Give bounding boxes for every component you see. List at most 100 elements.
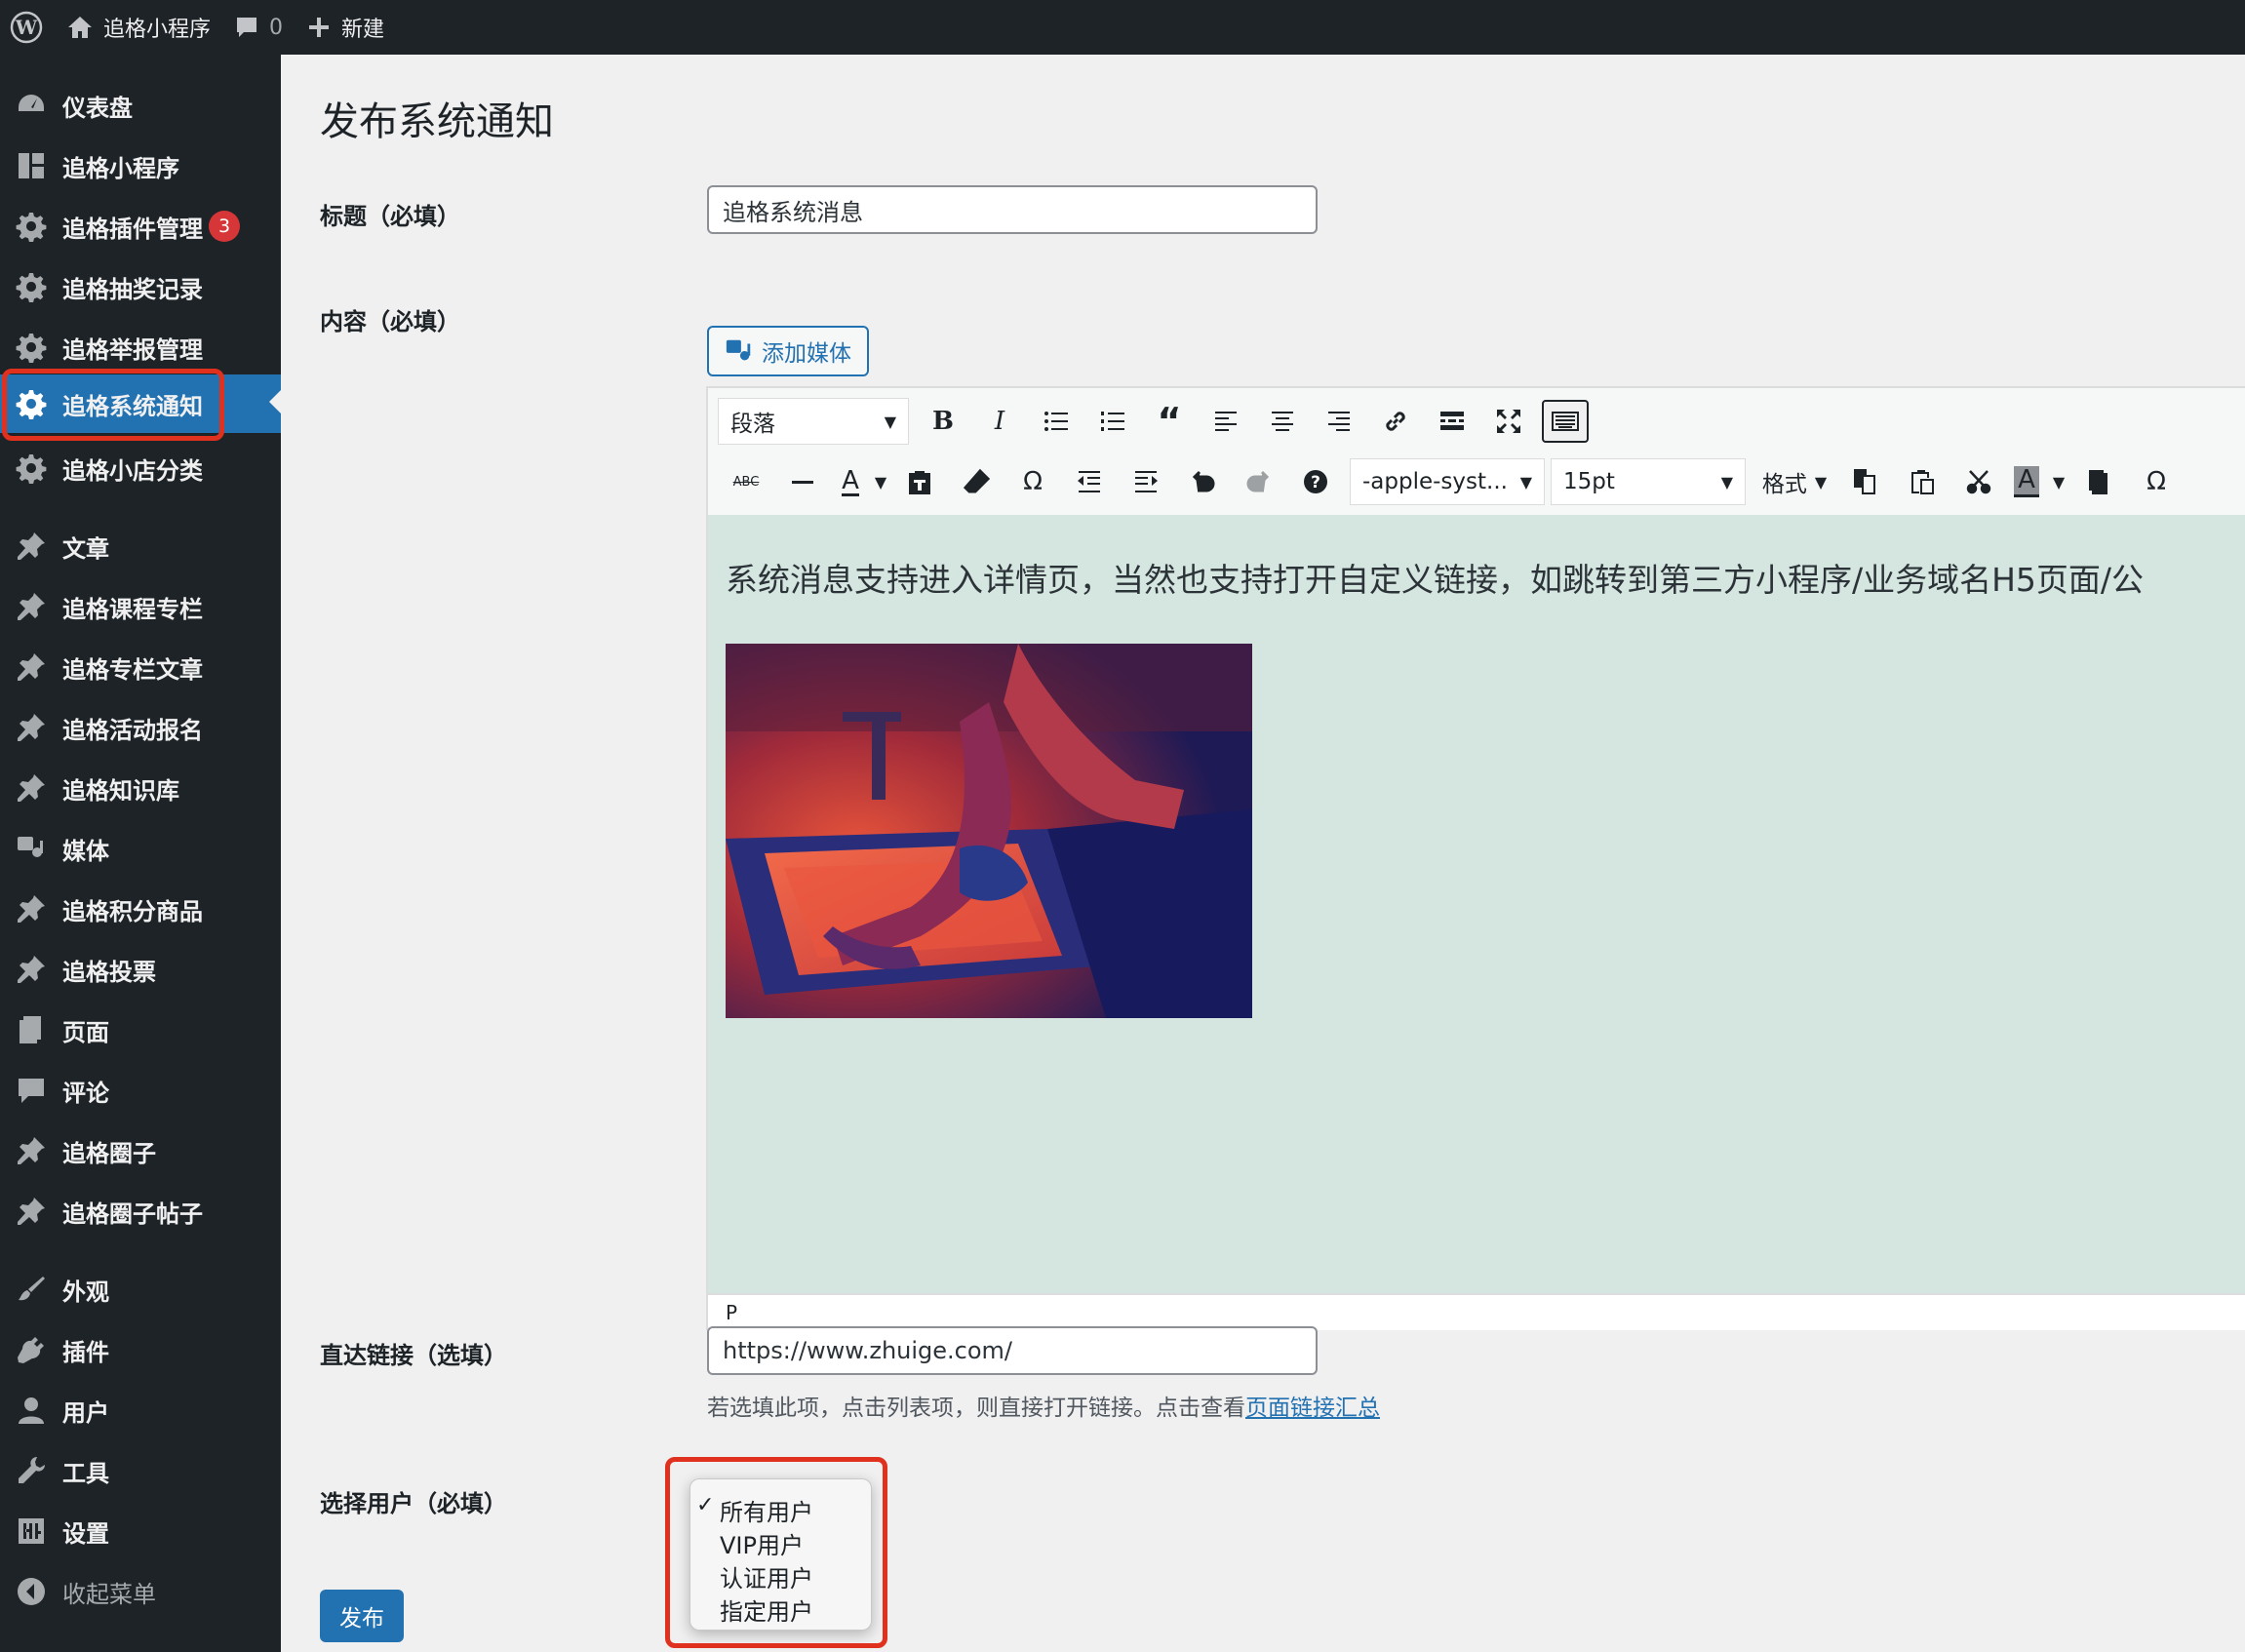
wordpress-logo[interactable]: W bbox=[0, 0, 55, 55]
main-content: 发布系统通知 标题（必填） 追格系统消息 内容（必填） 添加媒体 段落 ▼ B I… bbox=[281, 55, 2245, 1652]
outdent-button[interactable] bbox=[1061, 457, 1118, 506]
menu-media[interactable]: 媒体 bbox=[0, 821, 281, 876]
menu-report-manage[interactable]: 追格举报管理 bbox=[0, 320, 281, 374]
editor-statusbar: P bbox=[708, 1293, 2245, 1330]
outdent-icon bbox=[1078, 471, 1100, 492]
menu-lottery-records[interactable]: 追格抽奖记录 bbox=[0, 259, 281, 314]
special-char-button[interactable]: Ω bbox=[1004, 457, 1061, 506]
menu-vote[interactable]: 追格投票 bbox=[0, 942, 281, 997]
element-path[interactable]: P bbox=[726, 1301, 737, 1324]
paste-icon bbox=[1911, 470, 1934, 494]
text-color-dropdown[interactable]: ▼ bbox=[870, 457, 891, 506]
menu-label: 仪表盘 bbox=[62, 94, 133, 122]
new-content-link[interactable]: 新建 bbox=[295, 0, 396, 55]
menu-settings[interactable]: 设置 bbox=[0, 1504, 281, 1558]
help-icon: ? bbox=[1304, 470, 1327, 493]
wordpress-icon: W bbox=[10, 11, 43, 44]
content-paragraph: 系统消息支持进入详情页，当然也支持打开自定义链接，如跳转到第三方小程序/业务域名… bbox=[726, 561, 2145, 599]
menu-event-signup[interactable]: 追格活动报名 bbox=[0, 700, 281, 755]
horizontal-line-button[interactable] bbox=[774, 457, 831, 506]
scissors-icon bbox=[1966, 470, 1991, 494]
copy-button[interactable] bbox=[1837, 457, 1894, 506]
chevron-down-icon: ▼ bbox=[1720, 472, 1733, 492]
eraser-icon bbox=[963, 468, 991, 493]
menu-comments[interactable]: 评论 bbox=[0, 1063, 281, 1118]
add-media-button[interactable]: 添加媒体 bbox=[707, 326, 869, 376]
undo-button[interactable] bbox=[1174, 457, 1231, 506]
text-color-button[interactable]: A bbox=[831, 457, 870, 506]
clear-format-button[interactable] bbox=[948, 457, 1004, 506]
gear-icon bbox=[14, 330, 49, 365]
paste-text-button[interactable] bbox=[891, 457, 948, 506]
fullscreen-button[interactable] bbox=[1480, 397, 1537, 446]
special-char-2-button[interactable]: Ω bbox=[2128, 457, 2185, 506]
menu-plugin-manage[interactable]: 追格插件管理 3 bbox=[0, 199, 281, 254]
menu-collapse[interactable]: 收起菜单 bbox=[0, 1564, 281, 1619]
page-links-summary-link[interactable]: 页面链接汇总 bbox=[1245, 1396, 1380, 1421]
pin-icon bbox=[14, 952, 49, 987]
link-input[interactable]: https://www.zhuige.com/ bbox=[707, 1326, 1318, 1375]
comments-link[interactable]: 0 bbox=[222, 0, 295, 55]
highlight-box-user-select bbox=[665, 1457, 887, 1648]
menu-dashboard[interactable]: 仪表盘 bbox=[0, 78, 281, 133]
new-label: 新建 bbox=[341, 18, 385, 42]
strikethrough-button[interactable]: ABC bbox=[718, 457, 774, 506]
bold-button[interactable]: B bbox=[915, 397, 971, 446]
italic-button[interactable]: I bbox=[971, 397, 1028, 446]
read-more-button[interactable] bbox=[1424, 397, 1480, 446]
content-image[interactable] bbox=[726, 644, 1252, 1018]
pin-icon bbox=[14, 1133, 49, 1168]
blockquote-button[interactable]: “ bbox=[1141, 397, 1198, 446]
menu-column-articles[interactable]: 追格专栏文章 bbox=[0, 640, 281, 694]
align-left-button[interactable] bbox=[1198, 397, 1254, 446]
font-size-select[interactable]: 15pt ▼ bbox=[1551, 458, 1746, 505]
redo-button[interactable] bbox=[1231, 457, 1287, 506]
user-icon bbox=[14, 1393, 49, 1428]
menu-posts[interactable]: 文章 bbox=[0, 519, 281, 573]
insert-link-button[interactable] bbox=[1367, 397, 1424, 446]
numbered-list-button[interactable] bbox=[1084, 397, 1141, 446]
menu-appearance[interactable]: 外观 bbox=[0, 1262, 281, 1317]
highlight-color-button[interactable]: A bbox=[2007, 457, 2046, 506]
publish-button[interactable]: 发布 bbox=[320, 1590, 404, 1642]
toolbar-toggle-button[interactable] bbox=[1542, 400, 1589, 443]
align-center-button[interactable] bbox=[1254, 397, 1311, 446]
menu-label: 页面 bbox=[62, 1018, 109, 1046]
format-select[interactable]: 段落 ▼ bbox=[718, 398, 909, 445]
title-input[interactable]: 追格系统消息 bbox=[707, 185, 1318, 234]
menu-label: 收起菜单 bbox=[62, 1580, 156, 1608]
menu-knowledge-base[interactable]: 追格知识库 bbox=[0, 761, 281, 815]
indent-button[interactable] bbox=[1118, 457, 1174, 506]
user-label: 选择用户（必填） bbox=[320, 1490, 507, 1517]
menu-users[interactable]: 用户 bbox=[0, 1383, 281, 1437]
menu-tools[interactable]: 工具 bbox=[0, 1443, 281, 1498]
cut-button[interactable] bbox=[1950, 457, 2007, 506]
font-family-select[interactable]: -apple-syst... ▼ bbox=[1350, 458, 1545, 505]
add-media-label: 添加媒体 bbox=[762, 341, 851, 367]
menu-shop-category[interactable]: 追格小店分类 bbox=[0, 441, 281, 495]
highlight-color-dropdown[interactable]: ▼ bbox=[2046, 457, 2071, 506]
keyboard-icon bbox=[1552, 412, 1579, 431]
menu-points-goods[interactable]: 追格积分商品 bbox=[0, 882, 281, 936]
menu-pages[interactable]: 页面 bbox=[0, 1003, 281, 1057]
align-right-button[interactable] bbox=[1311, 397, 1367, 446]
bullet-list-button[interactable] bbox=[1028, 397, 1084, 446]
site-name-link[interactable]: 追格小程序 bbox=[55, 0, 222, 55]
chevron-down-icon: ▼ bbox=[874, 472, 887, 492]
menu-circles[interactable]: 追格圈子 bbox=[0, 1123, 281, 1178]
menu-circle-posts[interactable]: 追格圈子帖子 bbox=[0, 1184, 281, 1239]
chevron-down-icon: ▼ bbox=[1814, 472, 1828, 492]
indent-icon bbox=[1135, 471, 1158, 492]
menu-zhuige-miniapp[interactable]: 追格小程序 bbox=[0, 138, 281, 193]
svg-text:?: ? bbox=[1311, 473, 1320, 492]
help-button[interactable]: ? bbox=[1287, 457, 1344, 506]
menu-label: 外观 bbox=[62, 1278, 109, 1306]
align-center-icon bbox=[1272, 412, 1293, 431]
styles-dropdown[interactable]: 格式 ▼ bbox=[1752, 457, 1837, 506]
editor-content[interactable]: 系统消息支持进入详情页，当然也支持打开自定义链接，如跳转到第三方小程序/业务域名… bbox=[708, 515, 2245, 1293]
paste-button[interactable] bbox=[1894, 457, 1950, 506]
menu-course-column[interactable]: 追格课程专栏 bbox=[0, 579, 281, 634]
menu-plugins[interactable]: 插件 bbox=[0, 1322, 281, 1377]
copy-format-button[interactable] bbox=[2071, 457, 2128, 506]
editor-toolbar: 段落 ▼ B I “ ABC A ▼ Ω ? -apple-syst... ▼ … bbox=[708, 388, 2245, 517]
